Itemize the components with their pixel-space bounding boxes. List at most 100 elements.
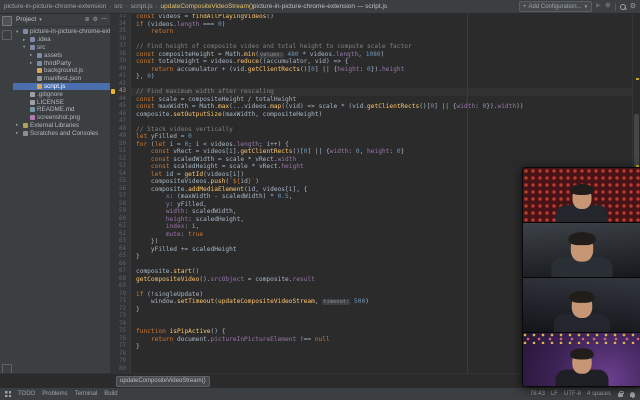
indent-widget[interactable]: 4 spaces <box>587 391 611 397</box>
breadcrumb-item[interactable]: updateCompositeVideoStream() <box>160 3 253 10</box>
hide-panel-icon[interactable]: — <box>101 16 107 23</box>
tree-item-scratches-and-consoles[interactable]: ▸Scratches and Consoles <box>13 129 110 137</box>
line-number[interactable]: 72 <box>110 306 130 314</box>
line-number[interactable]: 42 <box>110 81 130 89</box>
tree-item-assets[interactable]: ▸assets <box>13 51 110 59</box>
line-number[interactable]: 67 <box>110 268 130 276</box>
line-number[interactable]: 60 <box>110 216 130 224</box>
line-number[interactable]: 70 <box>110 291 130 299</box>
chevron-right-icon[interactable]: ▸ <box>30 60 35 66</box>
tree-item-thirdparty[interactable]: ▸thirdParty <box>13 59 110 67</box>
settings-icon[interactable]: ⚙ <box>93 16 98 23</box>
lock-icon[interactable] <box>618 393 623 397</box>
line-number[interactable]: 52 <box>110 156 130 164</box>
line-number[interactable]: 48 <box>110 126 130 134</box>
tree-item-screenshot-png[interactable]: screenshot.png <box>13 114 110 122</box>
tree-item-src[interactable]: ▾src <box>13 44 110 52</box>
tool-window-button-terminal[interactable]: Terminal <box>75 391 98 397</box>
line-number[interactable]: 79 <box>110 358 130 366</box>
breadcrumb-item[interactable]: picture-in-picture-chrome-extension <box>4 3 106 10</box>
code-line[interactable]: composite.setOutputSize(maxWidth, compos… <box>131 111 633 119</box>
line-number[interactable]: 76 <box>110 336 130 344</box>
code-line[interactable] <box>131 36 633 44</box>
line-number[interactable]: 62 <box>110 231 130 239</box>
search-icon[interactable] <box>620 4 626 10</box>
code-line[interactable]: const vRect = videos[i].getClientRects()… <box>131 148 633 156</box>
code-line[interactable]: const totalHeight = videos.reduce((accum… <box>131 58 633 66</box>
tree-item--idea[interactable]: ▸.idea <box>13 36 110 44</box>
line-number[interactable]: 34 <box>110 21 130 29</box>
line-number[interactable]: 71 <box>110 298 130 306</box>
line-number[interactable]: 73 <box>110 313 130 321</box>
tree-item-license[interactable]: LICENSE <box>13 98 110 106</box>
code-line[interactable]: for (let i = 0; i < videos.length; i++) … <box>131 141 633 149</box>
line-number[interactable]: 35 <box>110 28 130 36</box>
code-line[interactable] <box>131 81 633 89</box>
caret-position-widget[interactable]: 78:43 <box>530 391 545 397</box>
pip-video-frame-1[interactable] <box>523 168 640 223</box>
chevron-down-icon[interactable]: ▾ <box>16 29 21 35</box>
line-number[interactable]: 78 <box>110 351 130 359</box>
code-line[interactable] <box>131 118 633 126</box>
encoding-widget[interactable]: UTF-8 <box>564 391 581 397</box>
structure-tool-icon[interactable] <box>2 30 12 40</box>
line-number[interactable]: 56 <box>110 186 130 194</box>
code-line[interactable]: // Find maximum width after rescaling <box>131 88 633 96</box>
pip-window[interactable] <box>522 167 640 387</box>
code-line[interactable]: return <box>131 28 633 36</box>
current-function-breadcrumb[interactable]: updateCompositeVideoStream() <box>116 376 210 387</box>
line-number[interactable]: 40 <box>110 66 130 74</box>
line-number[interactable]: 37 <box>110 43 130 51</box>
line-number[interactable]: 50 <box>110 141 130 149</box>
tree-item-readme-md[interactable]: README.md <box>13 106 110 114</box>
line-number[interactable]: 68 <box>110 276 130 284</box>
line-number[interactable]: 57 <box>110 193 130 201</box>
line-number[interactable]: 77 <box>110 343 130 351</box>
project-tool-icon[interactable] <box>2 16 12 26</box>
line-number[interactable]: 75 <box>110 328 130 336</box>
line-number[interactable]: 66 <box>110 261 130 269</box>
code-line[interactable]: const compositeHeight = Math.min(values:… <box>131 51 633 59</box>
debug-button[interactable]: ⬣ <box>605 3 611 10</box>
code-line[interactable]: const scale = compositeHeight / totalHei… <box>131 96 633 104</box>
code-line[interactable]: const scaledWidth = scale * vRect.width <box>131 156 633 164</box>
breadcrumb-item[interactable]: script.js <box>131 3 153 10</box>
chevron-right-icon[interactable]: ▸ <box>30 52 35 58</box>
chevron-right-icon[interactable]: ▸ <box>16 122 21 128</box>
tree-item-background-js[interactable]: background.js <box>13 67 110 75</box>
code-line[interactable]: // Stack videos vertically <box>131 126 633 134</box>
chevron-right-icon[interactable]: ▸ <box>16 130 21 136</box>
line-number[interactable]: 59 <box>110 208 130 216</box>
tool-window-button-build[interactable]: Build <box>104 391 117 397</box>
pip-video-frame-4[interactable] <box>523 333 640 387</box>
locate-file-icon[interactable]: ⊕ <box>85 16 90 23</box>
tool-window-button-problems[interactable]: Problems <box>42 391 67 397</box>
line-number[interactable]: 54 <box>110 171 130 179</box>
gear-icon[interactable]: ⚙ <box>630 3 636 10</box>
line-number[interactable]: 53 <box>110 163 130 171</box>
line-number[interactable]: 51 <box>110 148 130 156</box>
tool-window-button-todo[interactable]: TODO <box>18 391 35 397</box>
code-line[interactable]: // Find height of composite video and to… <box>131 43 633 51</box>
code-line[interactable]: const maxWidth = Math.max(...videos.map(… <box>131 103 633 111</box>
line-number[interactable]: 55 <box>110 178 130 186</box>
line-number[interactable]: 61 <box>110 223 130 231</box>
code-line[interactable]: }, 0) <box>131 73 633 81</box>
line-number[interactable]: 74 <box>110 321 130 329</box>
code-line[interactable]: if (videos.length === 0) <box>131 21 633 29</box>
line-number[interactable]: 69 <box>110 283 130 291</box>
tool-windows-icon[interactable] <box>5 391 11 397</box>
line-number[interactable]: 44 <box>110 96 130 104</box>
tree-item-script-js[interactable]: script.js <box>13 83 110 91</box>
tree-item--gitignore[interactable]: .gitignore <box>13 90 110 98</box>
pip-video-frame-2[interactable] <box>523 223 640 278</box>
chevron-down-icon[interactable]: ▾ <box>23 44 28 50</box>
line-number[interactable]: 64 <box>110 246 130 254</box>
line-number[interactable]: 46 <box>110 111 130 119</box>
tree-item-external-libraries[interactable]: ▸External Libraries <box>13 122 110 130</box>
tree-item-picture-in-picture-chrome-extension[interactable]: ▾picture-in-picture-chrome-extension <box>13 28 110 36</box>
line-number[interactable]: 36 <box>110 36 130 44</box>
line-number[interactable]: 43 <box>110 88 130 96</box>
line-number[interactable]: 49 <box>110 133 130 141</box>
line-number[interactable]: 39 <box>110 58 130 66</box>
